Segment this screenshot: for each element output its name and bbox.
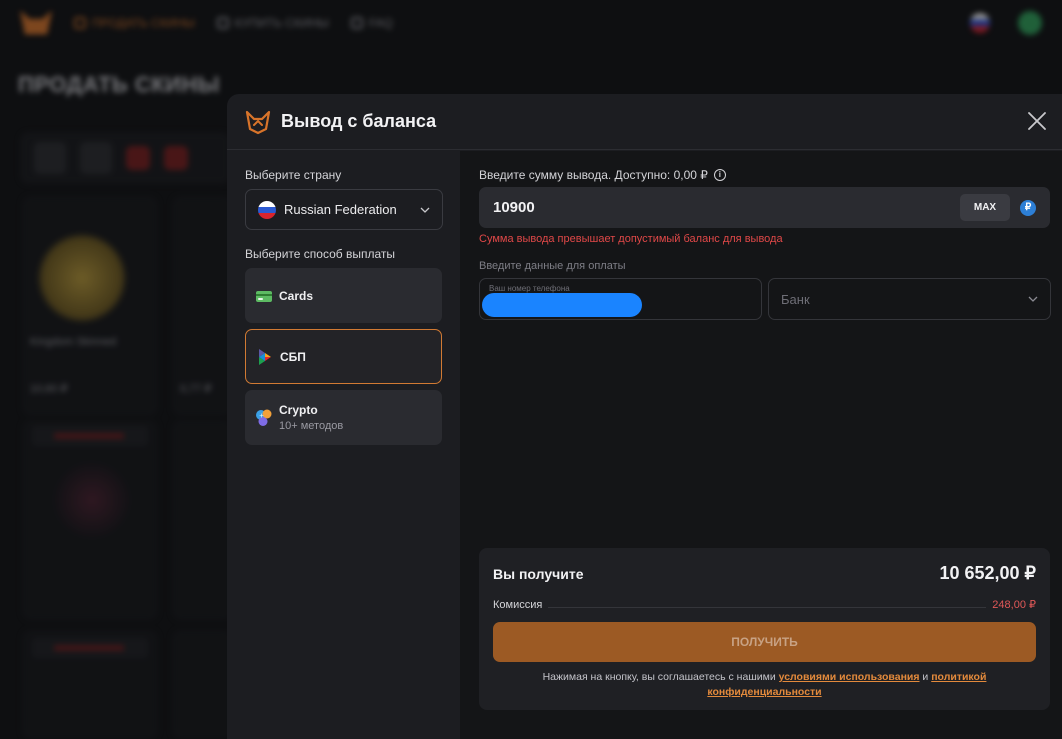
nav-faq[interactable]: FAQ bbox=[350, 15, 393, 30]
amount-label-row: Введите сумму вывода. Доступно: 0,00 ₽ i bbox=[479, 168, 726, 182]
filter-bar bbox=[20, 132, 230, 184]
card-icon bbox=[256, 290, 272, 302]
logo-icon bbox=[20, 10, 52, 35]
fee-label: Комиссия bbox=[493, 598, 543, 611]
brand-logo-icon bbox=[245, 110, 271, 134]
country-select[interactable]: Russian Federation bbox=[245, 189, 443, 230]
method-sbp[interactable]: СБП bbox=[245, 329, 442, 384]
language-flag-icon[interactable] bbox=[970, 12, 990, 33]
get-button[interactable]: ПОЛУЧИТЬ bbox=[493, 622, 1036, 662]
skin-card[interactable] bbox=[22, 420, 158, 620]
skin-price: 0,77 ₽ bbox=[180, 383, 212, 395]
phone-input[interactable]: Ваш номер телефона bbox=[479, 278, 762, 320]
form-panel: Введите сумму вывода. Доступно: 0,00 ₽ i… bbox=[460, 151, 1062, 739]
avatar[interactable] bbox=[1018, 10, 1042, 35]
skin-card[interactable] bbox=[172, 420, 232, 620]
redaction-mark bbox=[482, 293, 642, 317]
fee-value: 248,00 ₽ bbox=[992, 599, 1036, 611]
method-crypto[interactable]: + Crypto 10+ методов bbox=[245, 390, 442, 445]
country-value: Russian Federation bbox=[284, 202, 397, 217]
russia-flag-icon bbox=[258, 200, 276, 219]
method-title: Cards bbox=[279, 288, 314, 303]
nav-buy[interactable]: КУПИТЬ СКИНЫ bbox=[216, 15, 329, 30]
amount-label: Введите сумму вывода. Доступно: 0,00 ₽ bbox=[479, 168, 708, 182]
legal-prefix: Нажимая на кнопку, вы соглашаетесь с наш… bbox=[542, 671, 779, 683]
filter-item[interactable] bbox=[80, 142, 112, 174]
method-title: СБП bbox=[280, 349, 306, 364]
chevron-down-icon bbox=[420, 207, 430, 213]
legal-and: и bbox=[919, 671, 932, 683]
info-icon[interactable]: i bbox=[713, 169, 726, 181]
terms-link[interactable]: условиями использования bbox=[779, 671, 920, 683]
fee-row: Комиссия 248,00 ₽ bbox=[493, 598, 1036, 612]
method-cards[interactable]: Cards bbox=[245, 268, 442, 323]
ruble-icon: ₽ bbox=[1020, 199, 1036, 216]
phone-placeholder: Ваш номер телефона bbox=[489, 284, 570, 293]
svg-text:+: + bbox=[259, 412, 264, 419]
skin-price: 10,60 ₽ bbox=[30, 383, 68, 395]
modal-header: Вывод с баланса bbox=[227, 94, 1062, 150]
filter-item[interactable] bbox=[126, 146, 150, 170]
faq-icon bbox=[350, 16, 363, 29]
nav-faq-label: FAQ bbox=[368, 15, 393, 30]
receive-value: 10 652,00 ₽ bbox=[939, 563, 1036, 583]
close-icon[interactable] bbox=[1026, 110, 1048, 132]
receive-label: Вы получите bbox=[493, 566, 584, 582]
method-label: Выберите способ выплаты bbox=[245, 247, 396, 261]
card-badge bbox=[32, 638, 148, 658]
skin-card[interactable] bbox=[172, 630, 232, 739]
skin-card[interactable]: Kingdom Skinned 10,60 ₽ bbox=[22, 196, 158, 416]
card-badge bbox=[32, 426, 148, 446]
skin-card[interactable] bbox=[22, 630, 158, 739]
filter-item[interactable] bbox=[164, 146, 188, 170]
modal-title: Вывод с баланса bbox=[281, 111, 437, 131]
withdraw-modal: Вывод с баланса Выберите страну Russian … bbox=[227, 94, 1062, 739]
skin-image bbox=[36, 232, 128, 324]
buy-icon bbox=[216, 16, 229, 29]
nav-sell[interactable]: ПРОДАТЬ СКИНЫ bbox=[74, 16, 195, 30]
sbp-icon bbox=[259, 348, 271, 365]
chevron-down-icon bbox=[1028, 296, 1038, 302]
amount-value: 10900 bbox=[493, 199, 535, 216]
country-label: Выберите страну bbox=[245, 168, 342, 182]
max-button[interactable]: MAX bbox=[960, 194, 1010, 221]
crypto-icon: + bbox=[256, 409, 272, 426]
nav-buy-label: КУПИТЬ СКИНЫ bbox=[234, 15, 329, 30]
amount-input[interactable]: 10900 MAX ₽ bbox=[479, 187, 1050, 228]
skin-card[interactable]: 0,77 ₽ bbox=[172, 196, 232, 416]
method-panel: Выберите страну Russian Federation Выбер… bbox=[227, 151, 460, 739]
nav-sell-label: ПРОДАТЬ СКИНЫ bbox=[92, 15, 195, 30]
payment-label: Введите данные для оплаты bbox=[479, 260, 626, 272]
error-message: Сумма вывода превышает допустимый баланс… bbox=[479, 233, 783, 245]
summary-box: Вы получите 10 652,00 ₽ Комиссия 248,00 … bbox=[479, 548, 1050, 710]
page-title: ПРОДАТЬ СКИНЫ bbox=[18, 72, 220, 97]
bank-placeholder: Банк bbox=[781, 291, 810, 307]
method-title: Crypto bbox=[279, 403, 318, 417]
site-header: ПРОДАТЬ СКИНЫ КУПИТЬ СКИНЫ FAQ bbox=[0, 0, 1062, 45]
legal-text: Нажимая на кнопку, вы соглашаетесь с наш… bbox=[519, 670, 1010, 700]
method-subtitle: 10+ методов bbox=[279, 420, 344, 432]
sell-icon bbox=[74, 16, 86, 29]
bank-select[interactable]: Банк bbox=[768, 278, 1051, 320]
fee-divider bbox=[548, 602, 987, 608]
skin-image bbox=[52, 460, 132, 540]
filter-item[interactable] bbox=[34, 142, 66, 174]
skin-name: Kingdom Skinned bbox=[30, 336, 117, 348]
